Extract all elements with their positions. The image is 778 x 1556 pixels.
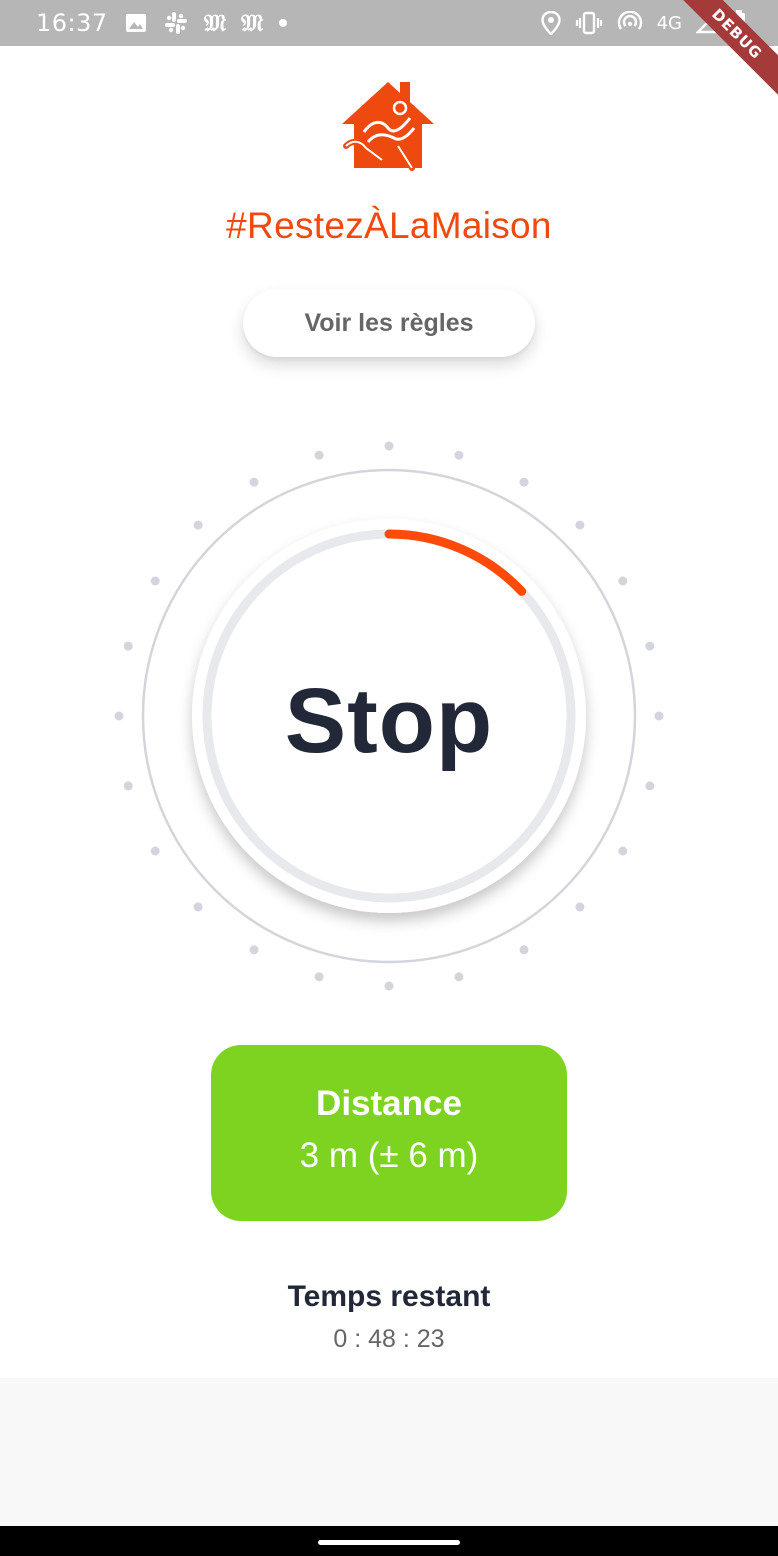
dial-dot — [654, 711, 664, 721]
dial-dot — [645, 641, 655, 651]
dial-dot — [618, 576, 628, 586]
dial-dot — [519, 477, 529, 487]
le-monde-icon: 𝔐 — [241, 8, 264, 37]
dial-dot — [454, 450, 464, 460]
slack-icon — [163, 10, 189, 36]
dial-dot — [575, 902, 585, 912]
dial-dot — [150, 576, 160, 586]
hotspot-icon — [617, 10, 643, 36]
dot-icon — [278, 10, 288, 36]
dial-dot — [314, 450, 324, 460]
bottom-area — [0, 1378, 778, 1526]
dial-dot — [575, 520, 585, 530]
dial-dot — [454, 972, 464, 982]
status-bar: 16:37 𝔐 𝔐 4G — [0, 0, 778, 46]
dial-dot — [645, 781, 655, 791]
remaining-time-title: Temps restant — [287, 1280, 491, 1313]
dial-dot — [123, 641, 133, 651]
remaining-time-value: 0 : 48 : 23 — [333, 1325, 445, 1353]
status-time: 16:37 — [36, 9, 108, 37]
stop-button[interactable]: Stop — [192, 524, 586, 918]
dial-dot — [123, 781, 133, 791]
image-icon — [124, 10, 148, 36]
view-rules-button[interactable]: Voir les règles — [243, 289, 535, 357]
home-indicator[interactable] — [318, 1540, 460, 1545]
dial-dot — [114, 711, 124, 721]
dial-dot — [193, 902, 203, 912]
dial-dot — [193, 520, 203, 530]
dial-dot — [249, 477, 259, 487]
app-logo-icon — [338, 76, 438, 176]
stop-button-label: Stop — [284, 669, 494, 772]
dial-dot — [150, 846, 160, 856]
dial-dot — [519, 945, 529, 955]
dial-dot — [618, 846, 628, 856]
location-icon — [540, 10, 561, 36]
le-monde-icon: 𝔐 — [204, 8, 227, 37]
tracking-dial: Stop — [0, 430, 778, 1010]
distance-card: Distance 3 m (± 6 m) — [211, 1045, 567, 1221]
campaign-hashtag: #RestezÀLaMaison — [226, 205, 552, 246]
distance-value: 3 m (± 6 m) — [299, 1136, 479, 1175]
notification-icons: 𝔐 𝔐 — [124, 10, 288, 36]
distance-title: Distance — [316, 1084, 462, 1123]
dial-dot — [249, 945, 259, 955]
dial-dot — [384, 981, 394, 991]
dial-dot — [314, 972, 324, 982]
dial-dot — [384, 441, 394, 451]
network-type: 4G — [656, 12, 682, 34]
vibrate-icon — [575, 10, 603, 36]
